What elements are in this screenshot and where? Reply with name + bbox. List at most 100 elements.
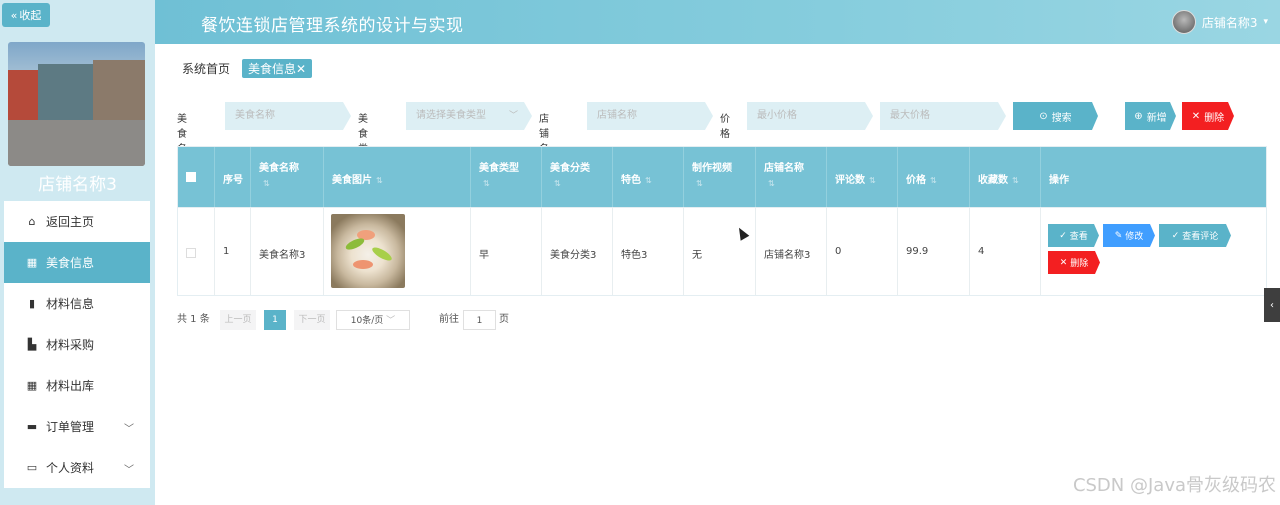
sort-icon[interactable]: ⇅	[930, 176, 937, 185]
header-label: 店铺名称	[764, 163, 804, 174]
header-label: 美食类型	[479, 163, 519, 174]
row-select-cell	[178, 208, 215, 295]
grid-icon: ▦	[26, 378, 38, 392]
sort-icon[interactable]: ⇅	[869, 176, 876, 185]
view-comments-button[interactable]: ✓ 查看评论	[1159, 224, 1231, 247]
sidebar-item-label: 材料信息	[46, 297, 95, 311]
cell-food-type: 早	[479, 250, 489, 261]
collapse-label: 收起	[19, 9, 42, 22]
user-menu[interactable]: 店铺名称3 ▾	[1171, 10, 1268, 34]
sort-icon[interactable]: ⇅	[483, 179, 490, 188]
min-price-input[interactable]: 最小价格	[747, 102, 873, 130]
page-size-select[interactable]: 10条/页 ﹀	[336, 310, 410, 330]
store-name-input[interactable]: 店铺名称	[587, 102, 713, 130]
view-button[interactable]: ✓ 查看	[1048, 224, 1099, 247]
header-label: 操作	[1049, 175, 1069, 186]
header-label: 价格	[906, 175, 926, 186]
sidebar-item-profile[interactable]: ▭ 个人资料 ﹀	[4, 447, 150, 488]
header-price[interactable]: 价格 ⇅	[898, 147, 970, 207]
page-1-button[interactable]: 1	[264, 310, 286, 330]
header-index: 序号	[215, 147, 251, 207]
cell-food-category: 美食分类3	[550, 250, 597, 261]
breadcrumb-home[interactable]: 系统首页	[178, 58, 234, 79]
row-checkbox[interactable]	[186, 248, 196, 258]
sort-icon[interactable]: ⇅	[376, 176, 383, 185]
tab-label: 美食信息	[248, 62, 297, 76]
close-icon[interactable]: ✕	[296, 62, 306, 76]
header-food-image[interactable]: 美食图片 ⇅	[324, 147, 471, 207]
search-icon: ⊙	[1039, 110, 1048, 122]
add-button-label: 新增	[1146, 112, 1167, 124]
sidebar-item-material-info[interactable]: ▮ 材料信息	[4, 283, 150, 324]
page-suffix: 页	[499, 314, 509, 325]
header-food-category[interactable]: 美食分类 ⇅	[542, 147, 613, 207]
delete-button[interactable]: ✕ 删除	[1182, 102, 1234, 130]
plus-circle-icon: ⊕	[1134, 110, 1143, 122]
sort-icon[interactable]: ⇅	[554, 179, 561, 188]
header-favorites[interactable]: 收藏数 ⇅	[970, 147, 1041, 207]
chevron-down-icon: ﹀	[386, 316, 396, 326]
check-icon: ✓	[1171, 230, 1180, 241]
cell-actions: ✓ 查看 ✎ 修改 ✓ 查看评论 ✕ 删除	[1041, 208, 1266, 295]
cell-video: 无	[692, 250, 702, 261]
breadcrumb: 系统首页 美食信息✕	[178, 58, 313, 79]
side-panel-toggle[interactable]: ‹	[1264, 288, 1280, 322]
tab-food-info[interactable]: 美食信息✕	[242, 59, 313, 78]
sidebar-menu: ⌂ 返回主页 ▦ 美食信息 ▮ 材料信息 ▙ 材料采购 ▦ 材料出库 ▬ 订单管…	[4, 201, 150, 488]
sort-icon[interactable]: ⇅	[768, 179, 775, 188]
header-video[interactable]: 制作视频 ⇅	[684, 147, 756, 207]
user-name: 店铺名称3	[1201, 15, 1258, 30]
card-icon: ▭	[26, 460, 38, 474]
header-comments[interactable]: 评论数 ⇅	[827, 147, 898, 207]
cell-store-name: 店铺名称3	[764, 250, 811, 261]
food-name-input[interactable]: 美食名称	[225, 102, 351, 130]
sidebar-item-label: 个人资料	[46, 461, 95, 475]
sidebar-item-food-info[interactable]: ▦ 美食信息	[4, 242, 150, 283]
food-type-placeholder: 请选择美食类型	[416, 110, 486, 121]
table-row: 1 美食名称3 早 美食分类3 特色3 无 店铺名称3 0 99.9 4 ✓ 查看…	[178, 207, 1266, 295]
sidebar: « 收起 店铺名称3 ⌂ 返回主页 ▦ 美食信息 ▮ 材料信息 ▙ 材料采购 ▦…	[0, 0, 155, 505]
goto-label: 前往	[439, 314, 459, 325]
row-delete-button[interactable]: ✕ 删除	[1048, 251, 1100, 274]
double-chevron-left-icon: «	[10, 8, 18, 22]
header-label: 美食分类	[550, 163, 590, 174]
cell-feature: 特色3	[621, 250, 648, 261]
edit-button[interactable]: ✎ 修改	[1103, 224, 1155, 247]
row-delete-label: 删除	[1070, 259, 1089, 269]
sort-icon[interactable]: ⇅	[645, 176, 652, 185]
sidebar-item-order-management[interactable]: ▬ 订单管理 ﹀	[4, 406, 150, 447]
food-image[interactable]	[331, 214, 405, 288]
grid-icon: ▦	[26, 255, 38, 269]
header-food-name[interactable]: 美食名称 ⇅	[251, 147, 324, 207]
briefcase-icon: ▬	[26, 419, 38, 433]
select-all-checkbox[interactable]	[186, 172, 196, 182]
sidebar-item-home[interactable]: ⌂ 返回主页	[4, 201, 150, 242]
sidebar-item-label: 订单管理	[46, 420, 95, 434]
header-store-name[interactable]: 店铺名称 ⇅	[756, 147, 827, 207]
max-price-input[interactable]: 最大价格	[880, 102, 1006, 130]
page-size-value: 10条/页	[350, 316, 384, 326]
header-food-type[interactable]: 美食类型 ⇅	[471, 147, 542, 207]
food-type-select[interactable]: 请选择美食类型 ﹀	[406, 102, 532, 130]
edit-icon: ✎	[1114, 230, 1123, 241]
chevron-down-icon: ﹀	[124, 465, 134, 476]
goto-page-input[interactable]: 1	[463, 310, 496, 330]
sidebar-item-label: 返回主页	[46, 215, 95, 229]
table-header: 序号 美食名称 ⇅ 美食图片 ⇅ 美食类型 ⇅ 美食分类 ⇅ 特色 ⇅ 制作视频 ⇅…	[178, 147, 1266, 207]
avatar	[1171, 10, 1196, 34]
watermark: CSDN @Java骨灰级码农	[1072, 475, 1276, 496]
header-label: 美食图片	[332, 175, 372, 186]
header-label: 特色	[621, 175, 641, 186]
search-button[interactable]: ⊙ 搜索	[1013, 102, 1098, 130]
add-button[interactable]: ⊕ 新增	[1125, 102, 1176, 130]
sort-icon[interactable]: ⇅	[263, 179, 270, 188]
cell-food-name: 美食名称3	[259, 250, 306, 261]
sidebar-item-material-purchase[interactable]: ▙ 材料采购	[4, 324, 150, 365]
sort-icon[interactable]: ⇅	[1012, 176, 1019, 185]
sidebar-item-material-outbound[interactable]: ▦ 材料出库	[4, 365, 150, 406]
prev-page-button[interactable]: 上一页	[220, 310, 256, 330]
sort-icon[interactable]: ⇅	[696, 179, 703, 188]
collapse-button[interactable]: « 收起	[2, 3, 50, 27]
header-feature[interactable]: 特色 ⇅	[613, 147, 684, 207]
next-page-button[interactable]: 下一页	[294, 310, 330, 330]
